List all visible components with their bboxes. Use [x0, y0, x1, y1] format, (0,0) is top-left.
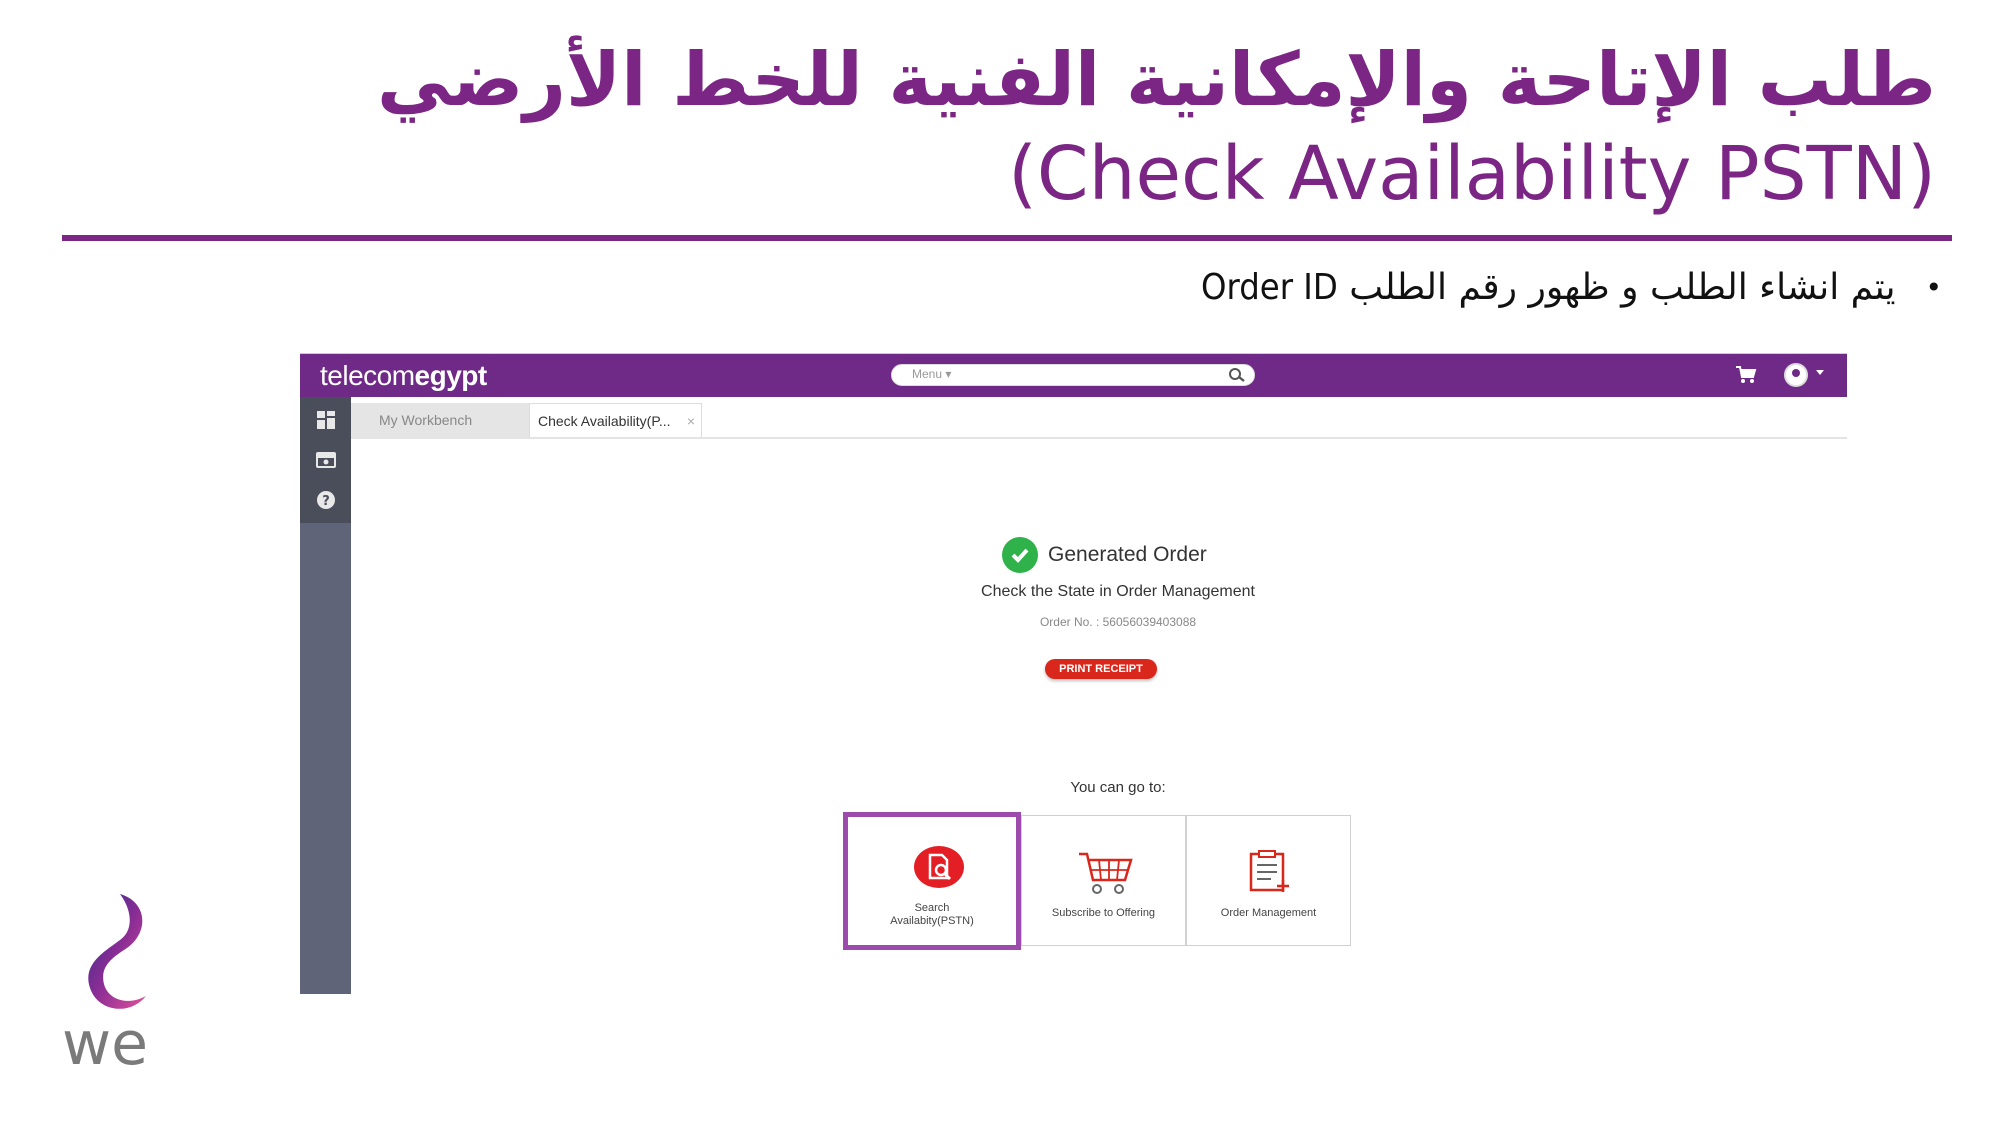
close-icon[interactable]: ×: [687, 404, 695, 438]
chevron-down-icon[interactable]: [1816, 370, 1824, 375]
brand-bold: egypt: [414, 360, 488, 391]
generated-order-header: Generated Order: [1002, 537, 1207, 573]
main-content: Generated Order Check the State in Order…: [351, 437, 1847, 994]
bullet-text: يتم انشاء الطلب و ظهور رقم الطلب Order I…: [1201, 267, 1895, 308]
tab-label: Check Availability(P...: [538, 413, 671, 429]
help-icon[interactable]: ?: [315, 489, 337, 511]
state-message: Check the State in Order Management: [981, 583, 1255, 600]
order-management-card[interactable]: Order Management: [1186, 815, 1351, 946]
slide-title-english: (Check Availability PSTN): [1008, 131, 1936, 217]
bullet-dot: •: [1925, 270, 1942, 304]
bullet-text-arabic: يتم انشاء الطلب و ظهور رقم الطلب: [1349, 266, 1896, 308]
card-label: Order Management: [1220, 907, 1317, 919]
search-availability-card[interactable]: Search Availabity(PSTN): [843, 812, 1021, 950]
goto-label: You can go to:: [1070, 779, 1166, 796]
tab-bar: My Workbench Check Availability(P... ×: [351, 397, 1847, 439]
user-avatar-icon[interactable]: [1784, 363, 1808, 387]
left-sidebar: ?: [300, 397, 351, 994]
dashboard-icon[interactable]: [315, 409, 337, 431]
svg-text:?: ?: [322, 494, 330, 509]
subscribe-offering-card[interactable]: Subscribe to Offering: [1021, 815, 1186, 946]
sidebar-tools: ?: [300, 397, 351, 523]
menu-label: Menu ▾: [912, 367, 952, 381]
title-divider: [62, 235, 1952, 241]
shopping-cart-icon: [1079, 852, 1133, 894]
card-label: Search: [914, 902, 950, 914]
brand-light: telecom: [320, 360, 415, 391]
bullet-text-english: Order ID: [1201, 266, 1338, 308]
generated-order-title: Generated Order: [1048, 543, 1207, 566]
success-check-icon: [1002, 537, 1038, 573]
cart-icon[interactable]: [1734, 364, 1758, 386]
app-screenshot: telecomegypt Menu ▾ ? My Workbench Check…: [300, 353, 1847, 994]
clipboard-add-icon: [1249, 850, 1289, 892]
card-label: Availabity(PSTN): [890, 915, 974, 927]
tab-label: My Workbench: [379, 412, 473, 428]
print-receipt-button[interactable]: PRINT RECEIPT: [1045, 659, 1157, 679]
inbox-icon[interactable]: [315, 449, 337, 471]
search-document-icon: [914, 846, 964, 888]
app-header: telecomegypt Menu ▾: [300, 354, 1847, 397]
order-number: Order No. : 56056039403088: [1039, 615, 1197, 629]
tab-check-availability[interactable]: Check Availability(P... ×: [529, 403, 702, 437]
we-logo-text: we: [62, 1009, 148, 1072]
bullet-item: • يتم انشاء الطلب و ظهور رقم الطلب Order…: [1201, 262, 1942, 312]
tab-my-workbench[interactable]: My Workbench: [351, 403, 529, 437]
slide-title-arabic: طلب الإتاحة والإمكانية الفنية للخط الأرض…: [377, 37, 1936, 123]
menu-search-input[interactable]: Menu ▾: [891, 364, 1255, 386]
brand-logo[interactable]: telecomegypt: [320, 360, 487, 392]
quick-links: Search Availabity(PSTN) Subscribe to Off…: [843, 812, 1351, 950]
we-logo: we: [62, 894, 148, 1072]
slide-title: طلب الإتاحة والإمكانية الفنية للخط الأرض…: [136, 30, 1936, 224]
card-label: Subscribe to Offering: [1051, 907, 1156, 919]
search-icon[interactable]: [1228, 367, 1246, 383]
